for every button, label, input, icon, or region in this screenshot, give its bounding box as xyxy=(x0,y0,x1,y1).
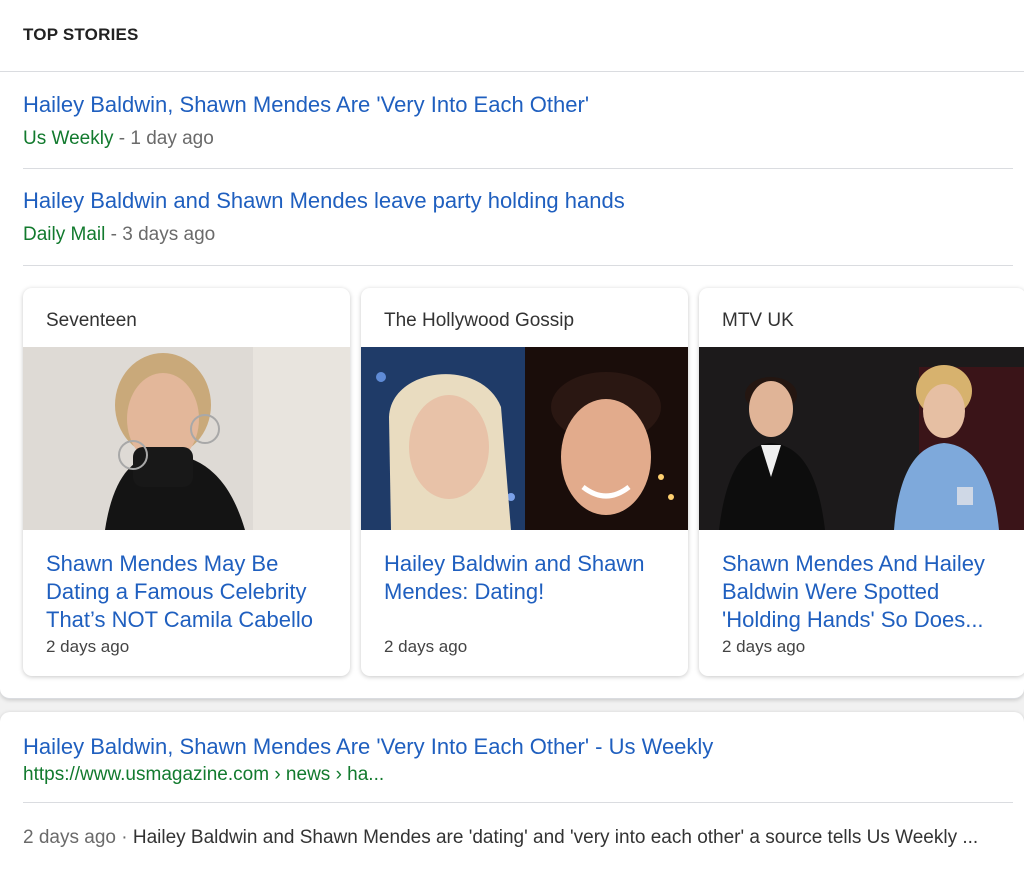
card-headline: Hailey Baldwin and Shawn Mendes: Dating! xyxy=(384,551,645,604)
result-date: 2 days ago xyxy=(23,827,116,848)
story-meta: Daily Mail - 3 days ago xyxy=(23,224,1013,246)
card-thumbnail xyxy=(23,347,350,530)
search-result-card: Hailey Baldwin, Shawn Mendes Are 'Very I… xyxy=(0,712,1024,891)
top-stories-title: TOP STORIES xyxy=(23,25,139,44)
story-item: Hailey Baldwin, Shawn Mendes Are 'Very I… xyxy=(23,92,1013,150)
divider xyxy=(23,802,1013,803)
card-image-placeholder xyxy=(361,347,688,530)
story-source: Daily Mail xyxy=(23,224,106,245)
top-stories-header: TOP STORIES xyxy=(0,0,1024,72)
divider xyxy=(23,265,1013,266)
result-headline-link[interactable]: Hailey Baldwin, Shawn Mendes Are 'Very I… xyxy=(23,734,713,760)
news-card[interactable]: The Hollywood Gossip Hailey Baldwin and … xyxy=(361,288,688,676)
news-carousel: Seventeen Shawn Mendes May Be Dating a F… xyxy=(23,288,1024,678)
result-snippet: 2 days ago · Hailey Baldwin and Shawn Me… xyxy=(23,824,983,852)
divider xyxy=(23,168,1013,169)
story-time: 3 days ago xyxy=(122,224,216,245)
story-headline-link[interactable]: Hailey Baldwin and Shawn Mendes leave pa… xyxy=(23,188,1013,214)
story-headline-link[interactable]: Hailey Baldwin, Shawn Mendes Are 'Very I… xyxy=(23,92,1013,118)
card-publisher: Seventeen xyxy=(46,310,137,331)
news-card[interactable]: Seventeen Shawn Mendes May Be Dating a F… xyxy=(23,288,350,676)
card-image-placeholder xyxy=(23,347,350,530)
result-url[interactable]: https://www.usmagazine.com › news › ha..… xyxy=(23,764,384,786)
meta-separator: - xyxy=(113,128,131,149)
result-snippet-text: Hailey Baldwin and Shawn Mendes are 'dat… xyxy=(132,827,979,848)
story-time: 1 day ago xyxy=(130,128,214,149)
card-thumbnail xyxy=(699,347,1024,530)
top-stories-panel: TOP STORIES Hailey Baldwin, Shawn Mendes… xyxy=(0,0,1024,699)
snippet-separator: · xyxy=(115,827,133,848)
card-time: 2 days ago xyxy=(46,637,130,656)
card-headline: Shawn Mendes And Hailey Baldwin Were Spo… xyxy=(722,551,985,632)
card-thumbnail xyxy=(361,347,688,530)
card-time: 2 days ago xyxy=(722,637,806,656)
story-item: Hailey Baldwin and Shawn Mendes leave pa… xyxy=(23,188,1013,246)
news-card[interactable]: MTV UK Shawn Mendes And Hailey Baldwin W… xyxy=(699,288,1024,676)
meta-separator: - xyxy=(105,224,123,245)
story-meta: Us Weekly - 1 day ago xyxy=(23,128,1013,150)
card-publisher: MTV UK xyxy=(722,310,794,331)
card-time: 2 days ago xyxy=(384,637,468,656)
card-image-placeholder xyxy=(699,347,1024,530)
card-headline: Shawn Mendes May Be Dating a Famous Cele… xyxy=(46,551,313,632)
story-source: Us Weekly xyxy=(23,128,114,149)
card-publisher: The Hollywood Gossip xyxy=(384,310,575,331)
